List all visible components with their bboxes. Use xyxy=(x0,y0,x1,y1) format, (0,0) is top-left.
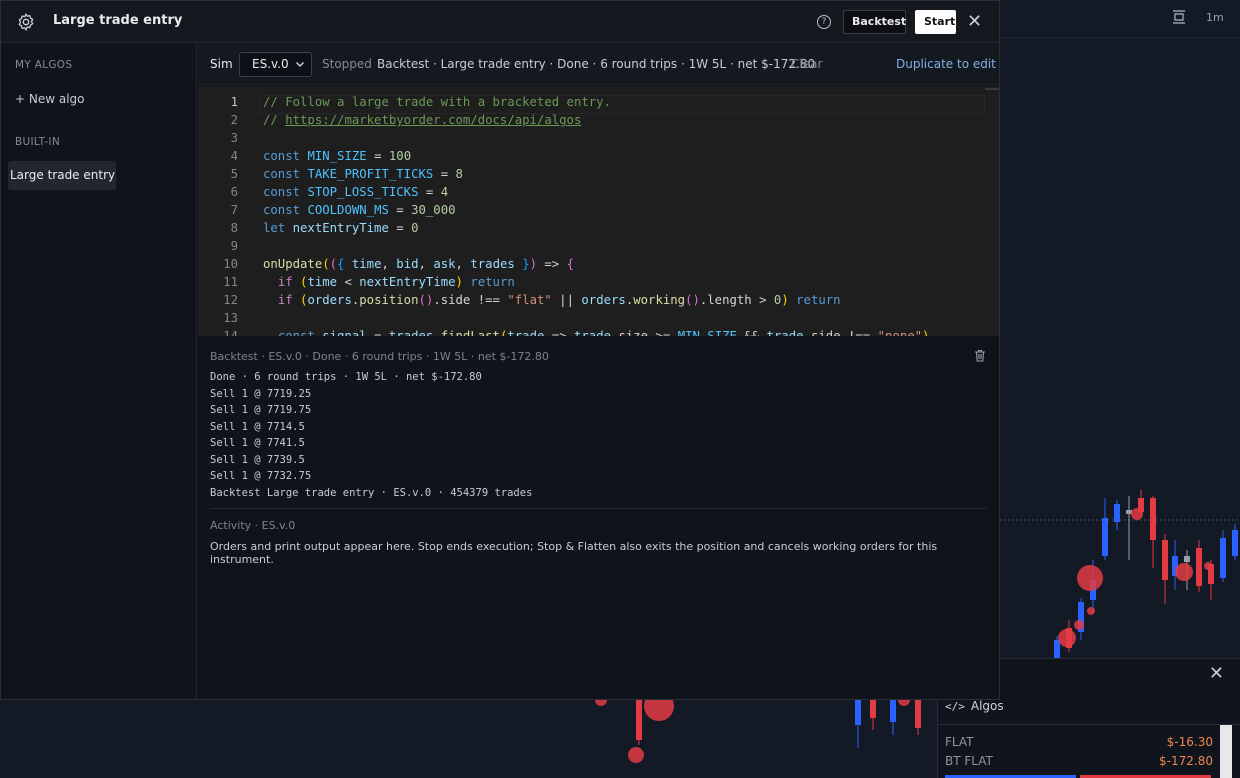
trade-marker xyxy=(1087,607,1095,615)
code-text: const COOLDOWN_MS = 30_000 xyxy=(263,203,456,217)
code-text: const TAKE_PROFIT_TICKS = 8 xyxy=(263,167,463,181)
line-number: 11 xyxy=(223,275,238,289)
log-line: Sell 1 @ 7732.75 xyxy=(210,470,312,482)
log-line: Done · 6 round trips · 1W 5L · net $-172… xyxy=(210,371,482,383)
trade-marker xyxy=(628,747,644,763)
algo-editor-modal: Large trade entry ? Backtest Start ✕ MY … xyxy=(0,0,1000,700)
trash-icon[interactable] xyxy=(974,349,986,362)
code-text: if (orders.position().side !== "flat" ||… xyxy=(277,293,841,307)
candle-body xyxy=(1150,498,1156,540)
log-line: Sell 1 @ 7741.5 xyxy=(210,437,305,449)
algo-status-row: BT FLAT $-172.80 xyxy=(945,754,1213,768)
mode-label: Sim xyxy=(210,57,233,71)
trade-marker xyxy=(1077,565,1103,591)
backtest-button[interactable]: Backtest xyxy=(843,10,906,34)
divider xyxy=(210,508,987,509)
candle-body xyxy=(915,700,921,728)
symbol-select[interactable]: ES.v.0 xyxy=(239,52,312,77)
algos-tab[interactable]: </> Algos xyxy=(945,699,1004,713)
editor-scrollbar[interactable] xyxy=(985,88,999,94)
code-text: // https://marketbyorder.com/docs/api/al… xyxy=(263,113,582,127)
trade-marker xyxy=(1175,563,1193,581)
editor-toolbar: Sim ES.v.0 Stopped Backtest · Large trad… xyxy=(198,43,999,85)
divider xyxy=(938,724,1240,725)
candle-body xyxy=(890,700,896,722)
activity-title: Activity · ES.v.0 xyxy=(210,519,296,532)
built-in-heading: BUILT-IN xyxy=(15,136,60,148)
code-text: let nextEntryTime = 0 xyxy=(263,221,419,235)
line-number: 10 xyxy=(223,257,238,271)
line-number: 7 xyxy=(230,203,238,217)
candle-body xyxy=(1184,556,1190,562)
my-algos-heading: MY ALGOS xyxy=(15,59,73,71)
code-text: if (time < nextEntryTime) return xyxy=(277,275,515,289)
log-line: Sell 1 @ 7714.5 xyxy=(210,420,305,433)
code-text: const signal = trades.findLast(trade => … xyxy=(277,329,930,336)
candle-body xyxy=(1196,548,1202,586)
algos-tab-label: Algos xyxy=(970,699,1004,713)
line-number: 8 xyxy=(230,221,238,235)
log-line: Backtest Large trade entry · ES.v.0 · 45… xyxy=(210,486,533,499)
activity-text: Orders and print output appear here. Sto… xyxy=(210,540,938,566)
chevron-down-icon xyxy=(295,53,305,85)
trade-marker xyxy=(1204,562,1212,570)
sidebar-item-large-trade-entry[interactable]: Large trade entry xyxy=(8,161,116,190)
output-title: Backtest · ES.v.0 · Done · 6 round trips… xyxy=(210,350,549,363)
line-number: 2 xyxy=(230,113,238,127)
line-number: 13 xyxy=(223,311,238,325)
gear-icon xyxy=(18,13,34,31)
candle-body xyxy=(1220,538,1226,578)
candle-body xyxy=(1102,518,1108,556)
code-icon: </> xyxy=(945,699,965,713)
modal-header: Large trade entry ? Backtest Start ✕ xyxy=(1,1,999,43)
candle-body xyxy=(1054,640,1060,660)
line-number: 4 xyxy=(230,149,238,163)
code-text: const MIN_SIZE = 100 xyxy=(263,149,412,163)
code-text: // Follow a large trade with a bracketed… xyxy=(263,95,611,109)
output-panel: Backtest · ES.v.0 · Done · 6 round trips… xyxy=(198,336,999,699)
line-number: 9 xyxy=(230,239,238,253)
symbol-select-value: ES.v.0 xyxy=(252,57,289,71)
code-editor[interactable]: 1 // Follow a large trade with a brackete… xyxy=(198,86,999,336)
backtest-summary: Backtest · Large trade entry · Done · 6 … xyxy=(377,57,816,71)
help-icon[interactable]: ? xyxy=(817,15,831,29)
log-line: Sell 1 @ 7739.5 xyxy=(210,453,305,466)
candle-body xyxy=(636,700,642,740)
clear-button[interactable]: Clear xyxy=(791,57,822,71)
algo-status-label: BT FLAT xyxy=(945,754,993,768)
start-button[interactable]: Start xyxy=(915,10,956,34)
candle-body xyxy=(855,700,861,725)
algos-scrollbar[interactable] xyxy=(1220,725,1232,778)
trade-marker xyxy=(1058,629,1076,647)
code-text: const STOP_LOSS_TICKS = 4 xyxy=(263,185,449,199)
candle-body xyxy=(1232,530,1238,556)
algo-status-value: $-172.80 xyxy=(1159,754,1213,768)
line-number: 12 xyxy=(223,293,238,307)
trade-marker xyxy=(1074,620,1084,630)
line-number: 3 xyxy=(230,131,238,145)
algo-status-row: FLAT $-16.30 xyxy=(945,735,1213,749)
log-line: Sell 1 @ 7719.25 xyxy=(210,387,312,400)
line-number: 5 xyxy=(230,167,238,181)
duplicate-to-edit-button[interactable]: Duplicate to edit xyxy=(896,57,996,71)
modal-title: Large trade entry xyxy=(53,13,183,28)
algos-close-icon[interactable]: ✕ xyxy=(1209,663,1224,684)
candle-body xyxy=(1114,504,1120,522)
output-log: Done · 6 round trips · 1W 5L · net $-172… xyxy=(210,369,532,501)
trade-marker xyxy=(1131,508,1143,520)
close-icon[interactable]: ✕ xyxy=(967,11,982,32)
algo-sidebar: MY ALGOS + New algo BUILT-IN Large trade… xyxy=(1,43,197,699)
algo-status-label: FLAT xyxy=(945,735,974,749)
log-line: Sell 1 @ 7719.75 xyxy=(210,404,312,416)
run-status: Stopped xyxy=(322,57,372,71)
line-number: 6 xyxy=(230,185,238,199)
candle-body xyxy=(870,700,876,718)
algo-status-value: $-16.30 xyxy=(1166,735,1213,749)
new-algo-button[interactable]: + New algo xyxy=(15,92,85,106)
candle-body xyxy=(1162,540,1168,580)
line-number: 14 xyxy=(223,329,238,336)
line-number: 1 xyxy=(230,95,238,109)
code-text: onUpdate(({ time, bid, ask, trades }) =>… xyxy=(263,257,575,271)
